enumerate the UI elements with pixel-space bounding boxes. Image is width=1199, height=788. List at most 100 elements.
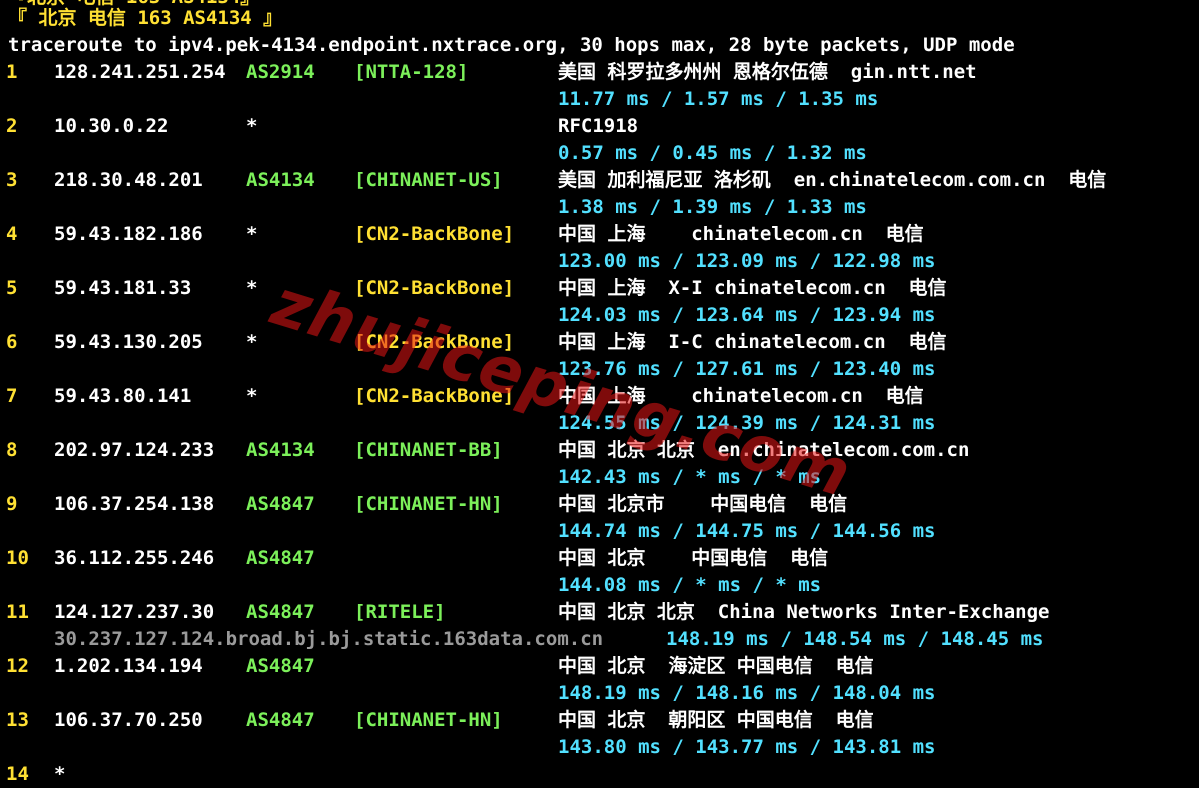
hop-row: 11 124.127.237.30 AS4847 [RITELE] 中国 北京 北京 C… [0,599,1199,626]
hop-geo: 中国 北京市 中国电信 电信 [558,493,848,515]
hop-rtt-row: 144.74 ms / 144.75 ms / 144.56 ms [0,518,1199,545]
hop-ip: 59.43.181.33 [54,277,192,299]
hop-asn: * [246,223,258,245]
hop-number: 14 [6,763,29,785]
hop-network-name: [CHINANET-HN] [354,709,503,731]
hop-geo: 中国 北京 中国电信 电信 [558,547,829,569]
hop-rtt-row: 1.38 ms / 1.39 ms / 1.33 ms [0,194,1199,221]
hop-geo: RFC1918 [558,115,639,137]
hop-asn: AS4134 [246,169,315,191]
hop-asn: AS4847 [246,547,315,569]
hop-number: 3 [6,169,18,191]
hop-network-name: [CN2-BackBone] [354,385,515,407]
hop-rtt-row: 124.55 ms / 124.39 ms / 124.31 ms [0,410,1199,437]
hop-number: 2 [6,115,18,137]
hop-network-name: [CHINANET-BB] [354,439,503,461]
hop-rtt: 148.19 ms / 148.16 ms / 148.04 ms [558,682,936,704]
hop-number: 12 [6,655,29,677]
hop-rtt-row: 124.03 ms / 123.64 ms / 123.94 ms [0,302,1199,329]
hop-rtt-row: 123.76 ms / 127.61 ms / 123.40 ms [0,356,1199,383]
hop-row: 9 106.37.254.138 AS4847 [CHINANET-HN] 中国 北京市… [0,491,1199,518]
hop-rtt-row: 148.19 ms / 148.16 ms / 148.04 ms [0,680,1199,707]
hop-rtt-row: 142.43 ms / * ms / * ms [0,464,1199,491]
hop-asn: * [246,115,258,137]
hop-number: 5 [6,277,18,299]
hop-rtt-row: 11.77 ms / 1.57 ms / 1.35 ms [0,86,1199,113]
hop-asn: * [246,331,258,353]
hop-network-name: [CN2-BackBone] [354,277,515,299]
hop-rtt: 148.19 ms / 148.54 ms / 148.45 ms [666,628,1044,650]
hop-row: 13 106.37.70.250 AS4847 [CHINANET-HN] 中国 北京 … [0,707,1199,734]
hop-number: 6 [6,331,18,353]
hop-geo: 美国 加利福尼亚 洛杉矶 en.chinatelecom.com.cn 电信 [558,169,1107,191]
hop-asn: * [246,385,258,407]
hop-asn: AS4847 [246,493,315,515]
hop-geo: 中国 上海 chinatelecom.cn 电信 [558,385,924,407]
hop-geo: 中国 北京 朝阳区 中国电信 电信 [558,709,874,731]
hop-row: 7 59.43.80.141 * [CN2-BackBone] 中国 上海 chinat… [0,383,1199,410]
hop-row: 6 59.43.130.205 * [CN2-BackBone] 中国 上海 I-C c… [0,329,1199,356]
hop-asn: AS4847 [246,655,315,677]
hop-row: 5 59.43.181.33 * [CN2-BackBone] 中国 上海 X-I ch… [0,275,1199,302]
terminal-output: 『北京 电信 163 AS4134』 『 北京 电信 163 AS4134 』 … [0,0,1199,788]
hop-rtt: 123.00 ms / 123.09 ms / 122.98 ms [558,250,936,272]
hop-rtt: 124.03 ms / 123.64 ms / 123.94 ms [558,304,936,326]
hop-row: 8 202.97.124.233 AS4134 [CHINANET-BB] 中国 北京 … [0,437,1199,464]
hop-asn: AS4134 [246,439,315,461]
hop-geo: 中国 北京 海淀区 中国电信 电信 [558,655,874,677]
hop-network-name: [CN2-BackBone] [354,331,515,353]
hop-number: 10 [6,547,29,569]
hop-asn: AS2914 [246,61,315,83]
hop-row: 3 218.30.48.201 AS4134 [CHINANET-US] 美国 加利福尼… [0,167,1199,194]
hop-rtt: 142.43 ms / * ms / * ms [558,466,822,488]
hop-network-name: [RITELE] [354,601,446,623]
route-header: 『 北京 电信 163 AS4134 』 [8,7,283,29]
hop-rtt: 1.38 ms / 1.39 ms / 1.33 ms [558,196,867,218]
hop-rtt-row: 123.00 ms / 123.09 ms / 122.98 ms [0,248,1199,275]
hop-row: 14 * [0,761,1199,788]
hop-ip: 1.202.134.194 [54,655,203,677]
hop-asn: * [246,277,258,299]
hop-geo: 中国 上海 X-I chinatelecom.cn 电信 [558,277,947,299]
hop-geo: 中国 上海 I-C chinatelecom.cn 电信 [558,331,947,353]
hop-number: 11 [6,601,29,623]
hop-rtt-row: 0.57 ms / 0.45 ms / 1.32 ms [0,140,1199,167]
hop-row: 4 59.43.182.186 * [CN2-BackBone] 中国 上海 china… [0,221,1199,248]
hop-number: 1 [6,61,18,83]
hop-number: 7 [6,385,18,407]
hop-geo: 中国 上海 chinatelecom.cn 电信 [558,223,924,245]
hop-ip: 106.37.70.250 [54,709,203,731]
hop-rtt: 123.76 ms / 127.61 ms / 123.40 ms [558,358,936,380]
hop-ip: 202.97.124.233 [54,439,215,461]
hop-rtt: 0.57 ms / 0.45 ms / 1.32 ms [558,142,867,164]
hop-ip: 59.43.130.205 [54,331,203,353]
hop-network-name: [CHINANET-HN] [354,493,503,515]
hop-number: 4 [6,223,18,245]
hop-rtt-row: 143.80 ms / 143.77 ms / 143.81 ms [0,734,1199,761]
hop-rtt: 144.74 ms / 144.75 ms / 144.56 ms [558,520,936,542]
hop-number: 13 [6,709,29,731]
hop-ip: 59.43.80.141 [54,385,192,407]
hop-row: 12 1.202.134.194 AS4847 中国 北京 海淀区 中国电信 电信 [0,653,1199,680]
hop-rtt: 144.08 ms / * ms / * ms [558,574,822,596]
hop-row: 1 128.241.251.254 AS2914 [NTTA-128] 美国 科罗拉多州… [0,59,1199,86]
hop-network-name: [CN2-BackBone] [354,223,515,245]
hop-ip: * [54,763,66,785]
hop-rtt-row: 30.237.127.124.broad.bj.bj.static.163dat… [0,626,1199,653]
hop-rtt-row: 144.08 ms / * ms / * ms [0,572,1199,599]
hop-row: 10 36.112.255.246 AS4847 中国 北京 中国电信 电信 [0,545,1199,572]
hop-ip: 59.43.182.186 [54,223,203,245]
hop-ip: 10.30.0.22 [54,115,169,137]
hop-rtt: 143.80 ms / 143.77 ms / 143.81 ms [558,736,936,758]
hop-geo: 中国 北京 北京 en.chinatelecom.com.cn [558,439,970,461]
hop-geo: 美国 科罗拉多州州 恩格尔伍德 gin.ntt.net [558,61,977,83]
hop-rtt: 124.55 ms / 124.39 ms / 124.31 ms [558,412,936,434]
hop-ip: 124.127.237.30 [54,601,215,623]
hop-ip: 106.37.254.138 [54,493,215,515]
hop-network-name: [CHINANET-US] [354,169,503,191]
hop-number: 8 [6,439,18,461]
hop-ip: 36.112.255.246 [54,547,215,569]
hop-rtt: 11.77 ms / 1.57 ms / 1.35 ms [558,88,879,110]
hop-network-name: [NTTA-128] [354,61,469,83]
hop-geo: 中国 北京 北京 China Networks Inter-Exchange [558,601,1050,623]
